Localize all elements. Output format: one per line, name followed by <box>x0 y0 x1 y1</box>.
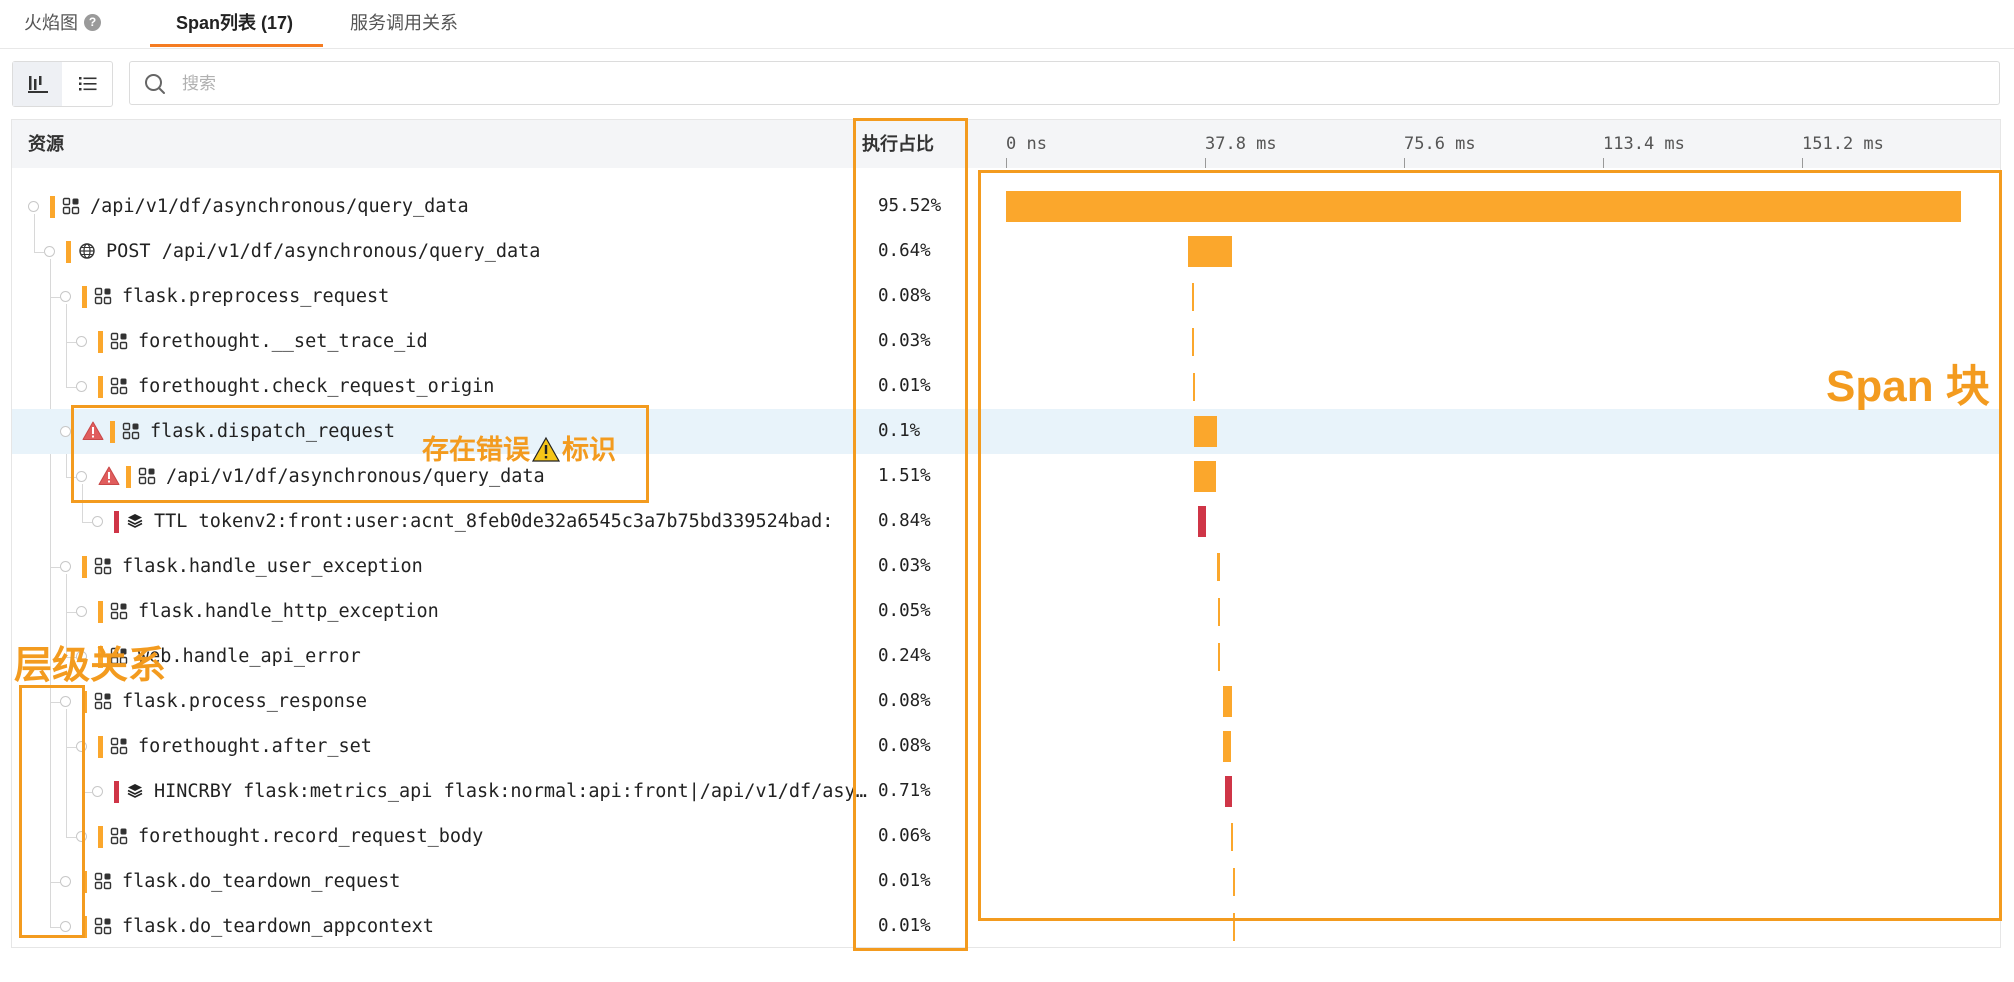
tree-node-toggle[interactable] <box>28 201 39 212</box>
tab-span-list-label: Span列表 (17) <box>176 13 294 33</box>
timeline-tick-label: 37.8 ms <box>1205 134 1277 154</box>
search-input[interactable] <box>180 70 1964 98</box>
tab-span-list[interactable]: Span列表 (17) <box>176 0 293 46</box>
span-name: flask.do_teardown_request <box>122 871 401 892</box>
error-mark-annotation-prefix: 存在错误 <box>422 435 530 465</box>
list-view-button[interactable] <box>63 62 112 106</box>
span-color-marker <box>82 556 87 578</box>
span-color-marker <box>50 196 55 218</box>
tree-node-toggle[interactable] <box>76 381 87 392</box>
span-block-annotation-label: Span 块 <box>1826 362 1990 411</box>
timeline-tick-label: 0 ns <box>1006 134 1047 154</box>
span-color-marker <box>98 736 103 758</box>
span-color-marker <box>114 781 119 803</box>
timeline-tick <box>1404 158 1405 168</box>
span-color-marker <box>98 376 103 398</box>
span-name: flask.process_response <box>122 691 368 712</box>
tree-node-toggle[interactable] <box>76 606 87 617</box>
timeline-tick <box>1205 158 1206 168</box>
span-name: forethought.check_request_origin <box>138 376 495 397</box>
tree-node-toggle[interactable] <box>92 516 103 527</box>
span-color-marker <box>98 331 103 353</box>
span-name: forethought.after_set <box>138 736 372 757</box>
hierarchy-annotation-label: 层级关系 <box>14 645 167 687</box>
timeline-tick-label: 75.6 ms <box>1404 134 1476 154</box>
tab-service-call-relation[interactable]: 服务调用关系 <box>350 0 458 46</box>
tree-node-toggle[interactable] <box>60 426 71 437</box>
list-icon <box>78 77 96 91</box>
service-icon <box>110 377 128 395</box>
span-color-marker <box>98 601 103 623</box>
service-icon <box>110 737 128 755</box>
error-mark-annotation-label: 存在错误 标识 <box>422 428 616 467</box>
service-icon <box>62 197 80 215</box>
span-color-marker <box>114 511 119 533</box>
span-name: POST /api/v1/df/asynchronous/query_data <box>106 241 541 262</box>
span-name: forethought.__set_trace_id <box>138 331 428 352</box>
timeline-tick <box>1802 158 1803 168</box>
span-name: flask.handle_user_exception <box>122 556 423 577</box>
span-name: web.handle_api_error <box>138 646 361 667</box>
service-icon <box>110 602 128 620</box>
waterfall-view-button[interactable] <box>13 62 62 106</box>
tab-flame-graph-label: 火焰图 <box>24 13 78 33</box>
help-icon[interactable]: ? <box>84 13 101 31</box>
tab-service-call-relation-label: 服务调用关系 <box>350 13 458 33</box>
globe-icon <box>78 242 96 260</box>
tree-node-toggle[interactable] <box>44 246 55 257</box>
tab-flame-graph[interactable]: 火焰图? <box>24 0 101 46</box>
timeline-tick <box>1006 158 1007 168</box>
service-icon <box>110 827 128 845</box>
hierarchy-annotation-box <box>19 685 85 938</box>
timeline-tick-label: 113.4 ms <box>1603 134 1685 154</box>
span-name: flask.preprocess_request <box>122 286 390 307</box>
search-box <box>129 61 2000 105</box>
exec-ratio-annotation-box <box>853 118 968 951</box>
search-icon <box>145 74 165 94</box>
service-icon <box>110 332 128 350</box>
tree-node-toggle[interactable] <box>60 291 71 302</box>
active-tab-indicator <box>150 44 323 47</box>
view-toggle <box>12 61 113 107</box>
tree-node-toggle[interactable] <box>92 786 103 797</box>
database-icon <box>126 512 144 530</box>
span-name: flask.handle_http_exception <box>138 601 439 622</box>
span-name: TTL tokenv2:front:user:acnt_8feb0de32a65… <box>154 511 834 532</box>
service-icon <box>94 917 112 935</box>
service-icon <box>94 692 112 710</box>
tab-bar: 火焰图? Span列表 (17) 服务调用关系 <box>0 0 2014 49</box>
service-icon <box>94 557 112 575</box>
warning-icon <box>531 436 561 462</box>
service-icon <box>94 872 112 890</box>
span-name: forethought.record_request_body <box>138 826 484 847</box>
span-color-marker <box>82 286 87 308</box>
span-name: flask.do_teardown_appcontext <box>122 916 434 937</box>
column-header-resource: 资源 <box>28 134 64 154</box>
span-name: HINCRBY flask:metrics_api flask:normal:a… <box>154 781 874 802</box>
span-color-marker <box>66 241 71 263</box>
span-color-marker <box>98 826 103 848</box>
service-icon <box>94 287 112 305</box>
tree-node-toggle[interactable] <box>60 561 71 572</box>
database-icon <box>126 782 144 800</box>
timeline-tick <box>1603 158 1604 168</box>
error-mark-annotation-suffix: 标识 <box>562 435 616 465</box>
timeline-tick-label: 151.2 ms <box>1802 134 1884 154</box>
tree-node-toggle[interactable] <box>76 336 87 347</box>
span-block-annotation-box <box>978 170 2002 921</box>
waterfall-view-icon <box>27 76 48 93</box>
span-name: /api/v1/df/asynchronous/query_data <box>90 196 469 217</box>
